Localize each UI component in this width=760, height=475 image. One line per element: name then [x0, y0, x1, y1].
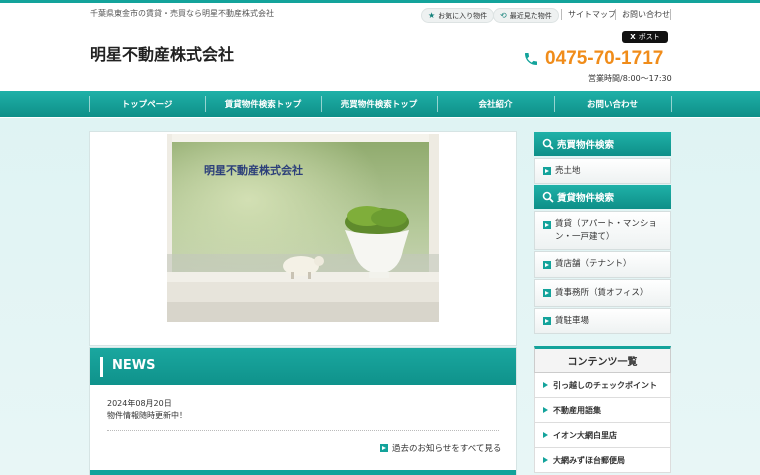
arrow-icon [543, 317, 551, 325]
news-header: NEWS [90, 348, 516, 385]
rent-search-heading-label: 賃貸物件検索 [557, 193, 615, 204]
contents-item-label: 大網みずほ台郵便局 [553, 455, 625, 465]
nav-rent-search[interactable]: 賃貸物件検索トップ [205, 91, 321, 117]
hero-panel: 明星不動産株式会社 [89, 131, 517, 346]
sale-search-heading-label: 売買物件検索 [557, 140, 615, 151]
sidebar-item-rent-residential[interactable]: 賃貸（アパート・マンション・一戸建て） [534, 211, 671, 250]
news-text[interactable]: 物件情報随時更新中！ [107, 410, 187, 421]
sidebar-item-rent-parking[interactable]: 賃駐車場 [534, 308, 671, 334]
contact-link[interactable]: お問い合わせ [622, 9, 670, 20]
arrow-icon [543, 260, 551, 269]
x-post-button[interactable]: X ポスト [622, 31, 668, 43]
sidebar-item-label: 売土地 [555, 165, 581, 176]
header-separator [670, 9, 671, 20]
contents-item-label: イオン大網白里店 [553, 430, 617, 440]
news-more-link[interactable]: 過去のお知らせをすべて見る [380, 442, 501, 454]
triangle-icon [543, 432, 548, 438]
contents-item-aeon[interactable]: イオン大網白里店 [534, 423, 671, 448]
news-date: 2024年08月20日 [107, 399, 172, 408]
sidebar-item-rent-office[interactable]: 賃事務所（賃オフィス） [534, 279, 671, 307]
news-header-bar [100, 357, 103, 377]
contents-item-post-office[interactable]: 大網みずほ台郵便局 [534, 448, 671, 473]
nav-sale-search[interactable]: 売買物件検索トップ [321, 91, 437, 117]
sidebar-item-sale-land[interactable]: 売土地 [534, 158, 671, 184]
sidebar-item-rent-store[interactable]: 賃店舗（テナント） [534, 251, 671, 278]
triangle-icon [543, 407, 548, 413]
contents-heading: コンテンツ一覧 [534, 346, 671, 373]
news-section: NEWS 2024年08月20日 物件情報随時更新中！ 過去のお知らせをすべて見… [89, 347, 517, 475]
star-icon: ★ [428, 11, 436, 20]
x-post-label: ポスト [638, 33, 660, 41]
news-heading: NEWS [112, 358, 156, 373]
news-more-label: 過去のお知らせをすべて見る [392, 444, 502, 454]
contents-item-label: 不動産用語集 [553, 405, 601, 415]
arrow-icon [380, 444, 388, 452]
sitemap-link[interactable]: サイトマップ [568, 9, 616, 20]
nav-contact[interactable]: お問い合わせ [554, 91, 671, 117]
history-icon: ⟲ [500, 11, 507, 20]
hero-title: 明星不動産株式会社 [204, 164, 303, 177]
sidebar-item-label: 賃貸（アパート・マンション・一戸建て） [555, 219, 657, 242]
arrow-icon [543, 289, 551, 297]
contents-item-moving-checkpoints[interactable]: 引っ越しのチェックポイント [534, 373, 671, 398]
site-title[interactable]: 明星不動産株式会社 [90, 41, 234, 65]
arrow-icon [543, 167, 551, 175]
header-separator [615, 9, 616, 20]
sidebar-item-label: 賃店舗（テナント） [555, 259, 632, 269]
recent-button[interactable]: ⟲ 最近見た物件 [493, 8, 559, 23]
triangle-icon [543, 382, 548, 388]
nav-company[interactable]: 会社紹介 [437, 91, 554, 117]
x-logo-icon: X [630, 33, 636, 41]
sale-search-heading: 売買物件検索 [534, 132, 671, 156]
rent-search-heading: 賃貸物件検索 [534, 185, 671, 209]
phone-icon [525, 53, 537, 65]
news-divider [107, 430, 499, 431]
sidebar-item-label: 賃事務所（賃オフィス） [555, 287, 649, 298]
site-tagline: 千葉県東金市の賃貸・売買なら明星不動産株式会社 [90, 9, 274, 18]
arrow-icon [543, 221, 551, 229]
favorites-button[interactable]: ★ お気に入り物件 [421, 8, 495, 23]
phone-number[interactable]: 0475-70-1717 [545, 48, 663, 70]
nav-top-page[interactable]: トップページ [89, 91, 205, 117]
main-nav: トップページ 賃貸物件検索トップ 売買物件検索トップ 会社紹介 お問い合わせ [0, 91, 760, 117]
nav-separator [671, 96, 672, 112]
top-accent-line [0, 0, 760, 3]
sidebar-item-label: 賃駐車場 [555, 315, 590, 326]
header-separator [561, 9, 562, 20]
hero-image: 明星不動産株式会社 [167, 134, 439, 322]
contents-item-glossary[interactable]: 不動産用語集 [534, 398, 671, 423]
triangle-icon [543, 457, 548, 463]
contents-item-label: 引っ越しのチェックポイント [553, 380, 657, 390]
search-icon [542, 191, 554, 203]
business-hours: 営業時間/8:00～17:30 [588, 74, 672, 83]
news-footer-bar [90, 470, 516, 475]
favorites-label: お気に入り物件 [438, 11, 488, 20]
search-icon [542, 138, 554, 150]
recent-label: 最近見た物件 [509, 11, 552, 20]
